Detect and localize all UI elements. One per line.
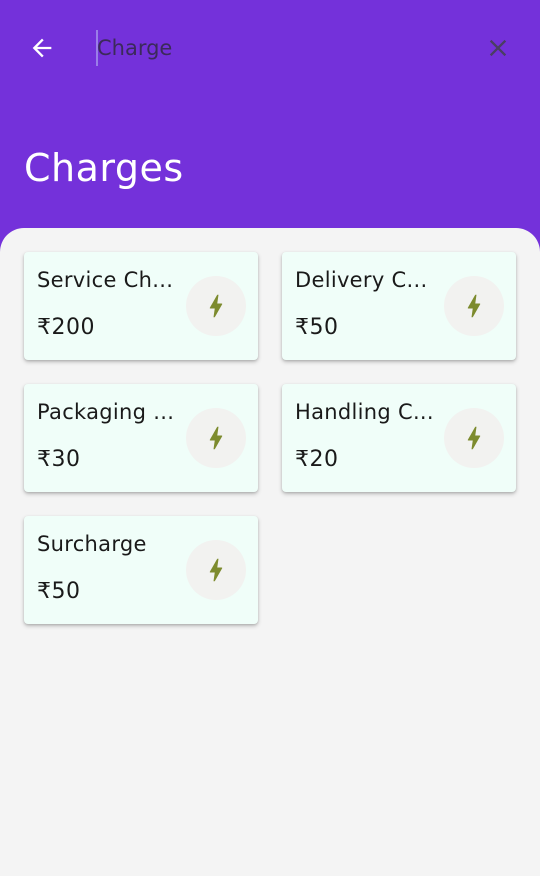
close-icon bbox=[489, 39, 507, 57]
charge-amount: ₹50 bbox=[295, 315, 339, 340]
charge-icon-badge bbox=[444, 276, 504, 336]
charge-icon-badge bbox=[186, 408, 246, 468]
clear-search-button[interactable] bbox=[478, 28, 518, 68]
charge-name: Handling C... bbox=[295, 400, 434, 424]
charge-card[interactable]: Surcharge ₹50 bbox=[24, 516, 258, 624]
page-title: Charges bbox=[24, 146, 184, 190]
charge-amount: ₹30 bbox=[37, 447, 81, 472]
charge-name: Service Ch... bbox=[37, 268, 174, 292]
back-button[interactable] bbox=[20, 28, 64, 68]
charges-grid: Service Ch... ₹200 Delivery C... ₹50 Pac… bbox=[24, 252, 516, 624]
charge-icon-badge bbox=[186, 276, 246, 336]
charge-card[interactable]: Handling C... ₹20 bbox=[282, 384, 516, 492]
bolt-icon bbox=[209, 558, 223, 582]
app-bar bbox=[0, 0, 540, 96]
arrow-left-icon bbox=[32, 38, 52, 58]
charge-icon-badge bbox=[444, 408, 504, 468]
charge-name: Delivery C... bbox=[295, 268, 428, 292]
search-input[interactable] bbox=[97, 28, 452, 68]
search-field[interactable] bbox=[96, 28, 456, 68]
charge-name: Surcharge bbox=[37, 532, 147, 556]
charge-amount: ₹20 bbox=[295, 447, 339, 472]
bolt-icon bbox=[467, 426, 481, 450]
bolt-icon bbox=[467, 294, 481, 318]
charge-amount: ₹200 bbox=[37, 315, 95, 340]
charge-icon-badge bbox=[186, 540, 246, 600]
charge-card[interactable]: Service Ch... ₹200 bbox=[24, 252, 258, 360]
charge-card[interactable]: Delivery C... ₹50 bbox=[282, 252, 516, 360]
bolt-icon bbox=[209, 294, 223, 318]
charge-card[interactable]: Packaging ... ₹30 bbox=[24, 384, 258, 492]
charge-name: Packaging ... bbox=[37, 400, 175, 424]
content-sheet: Service Ch... ₹200 Delivery C... ₹50 Pac… bbox=[0, 228, 540, 876]
bolt-icon bbox=[209, 426, 223, 450]
charge-amount: ₹50 bbox=[37, 579, 81, 604]
